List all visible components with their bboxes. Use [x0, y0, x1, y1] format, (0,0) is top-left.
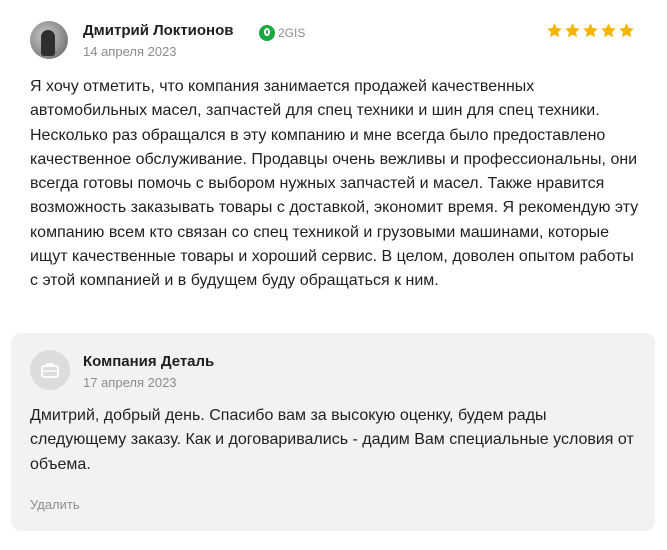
author-name[interactable]: Дмитрий Локтионов: [83, 22, 234, 39]
review-text: Я хочу отметить, что компания занимается…: [30, 78, 639, 290]
star-rating: [546, 22, 635, 39]
star-icon: [601, 23, 616, 38]
delete-reply-button[interactable]: Удалить: [30, 497, 80, 512]
star-icon: [583, 23, 598, 38]
company-avatar: [30, 350, 70, 390]
source-badge: 2GIS: [259, 25, 305, 41]
star-icon: [619, 23, 634, 38]
company-reply: Компания Деталь 17 апреля 2023 Дмитрий, …: [11, 333, 655, 531]
briefcase-icon: [41, 363, 59, 378]
star-icon: [547, 23, 562, 38]
2gis-logo-icon: [259, 25, 275, 41]
review-date: 14 апреля 2023: [83, 44, 177, 59]
author-avatar[interactable]: [30, 21, 68, 59]
reply-date: 17 апреля 2023: [83, 375, 177, 390]
source-label: 2GIS: [278, 26, 306, 40]
reply-text: Дмитрий, добрый день. Спасибо вам за выс…: [30, 407, 634, 473]
company-name: Компания Деталь: [83, 353, 215, 370]
star-icon: [565, 23, 580, 38]
